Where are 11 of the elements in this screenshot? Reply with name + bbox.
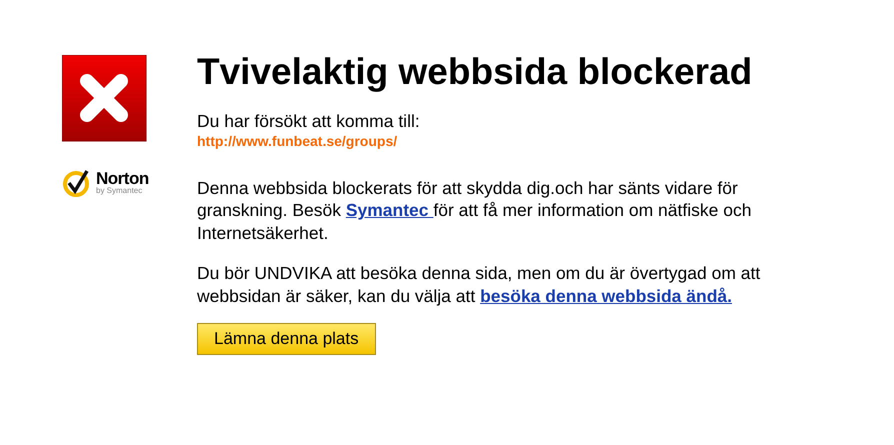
- logo-byline: by Symantec: [96, 186, 144, 194]
- link[interactable]: Symantec: [346, 200, 434, 220]
- checkmark-icon: [62, 167, 92, 197]
- logo-name: Norton: [96, 170, 149, 186]
- paragraph: Denna webbsida blockerats för att skydda dig.och har sänts vidare för granskning. Besök Symantec för att få mer information om nätfiske och Internetsäkerhet.: [197, 176, 752, 244]
- link[interactable]: besöka denna webbsida ändå.: [480, 286, 732, 306]
- attempt-label: Du har försökt att komma till:: [197, 110, 421, 133]
- leave-button[interactable]: Lämna denna plats: [197, 323, 376, 355]
- paragraph: Du bör UNDVIKA att besöka denna sida, men om du är övertygad om att webbsidan är säker, kan du välja att besöka denna webbsida ändå.: [197, 262, 762, 308]
- error-icon: [62, 55, 148, 143]
- page-title: Tvivelaktig webbsida blockerad: [197, 50, 754, 94]
